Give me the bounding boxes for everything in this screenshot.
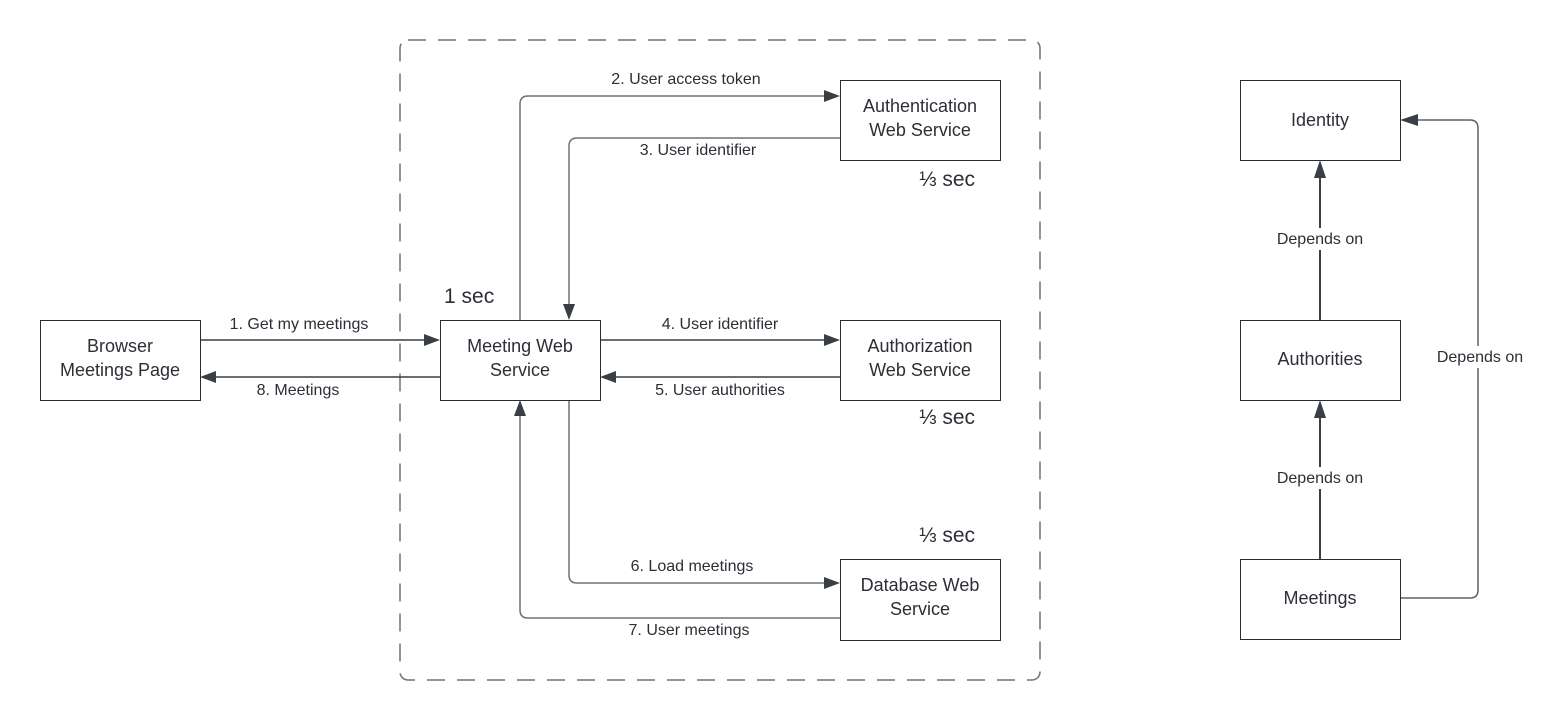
edge-label: Depends on	[1437, 349, 1523, 366]
edge-label: Depends on	[1277, 231, 1363, 248]
edge-label: 5. User authorities	[655, 382, 785, 399]
edge-user-identifier-authz	[600, 334, 840, 346]
node-label: Authentication	[863, 96, 977, 116]
arrowhead-icon	[1400, 114, 1418, 126]
arrowhead-icon	[824, 334, 840, 346]
edge-label: 7. User meetings	[629, 622, 750, 639]
node-label: Authorities	[1277, 349, 1362, 369]
arrowhead-icon	[200, 371, 216, 383]
edge-label: 1. Get my meetings	[230, 316, 369, 333]
edge-user-identifier-authn	[563, 137, 840, 320]
edge-user-meetings	[514, 400, 840, 619]
edge-label: Depends on	[1277, 470, 1363, 487]
node-authentication-web-service[interactable]: Authentication Web Service	[840, 80, 1001, 161]
arrowhead-icon	[424, 334, 440, 346]
node-label: Service	[490, 360, 550, 380]
node-label: Meetings	[1283, 588, 1356, 608]
timing-label-meeting: 1 sec	[444, 285, 494, 308]
node-authorities[interactable]: Authorities	[1240, 320, 1401, 401]
node-label: Authorization	[867, 336, 972, 356]
node-label: Browser	[87, 336, 153, 356]
node-authorization-web-service[interactable]: Authorization Web Service	[840, 320, 1001, 401]
edge-label: 8. Meetings	[257, 382, 340, 399]
node-label: Service	[890, 599, 950, 619]
node-database-web-service[interactable]: Database Web Service	[840, 559, 1001, 641]
node-label: Database Web	[861, 575, 980, 595]
arrowhead-icon	[563, 304, 575, 320]
node-label: Web Service	[869, 360, 971, 380]
arrowhead-icon	[1314, 400, 1326, 418]
diagram-canvas: 1. Get my meetings 2. User access token …	[40, 39, 1532, 681]
edge-label: 2. User access token	[611, 71, 760, 88]
arrowhead-icon	[824, 577, 840, 589]
node-identity[interactable]: Identity	[1240, 80, 1401, 161]
node-label: Identity	[1291, 110, 1349, 130]
node-label: Meetings Page	[60, 360, 180, 380]
node-meetings[interactable]: Meetings	[1240, 559, 1401, 640]
node-meeting-web-service[interactable]: Meeting Web Service	[440, 320, 601, 401]
arrowhead-icon	[824, 90, 840, 102]
arrowhead-icon	[600, 371, 616, 383]
edge-label: 3. User identifier	[640, 142, 757, 159]
edge-get-my-meetings	[200, 334, 440, 346]
timing-label-authz: ⅓ sec	[919, 406, 975, 429]
edge-user-access-token	[519, 90, 840, 320]
edge-label: 4. User identifier	[662, 316, 779, 333]
arrowhead-icon	[1314, 160, 1326, 178]
edge-label: 6. Load meetings	[631, 558, 754, 575]
timing-label-authn: ⅓ sec	[919, 168, 975, 191]
node-label: Web Service	[869, 120, 971, 140]
node-browser-meetings-page[interactable]: Browser Meetings Page	[40, 320, 201, 401]
node-label: Meeting Web	[467, 336, 573, 356]
arrowhead-icon	[514, 400, 526, 416]
timing-label-database: ⅓ sec	[919, 524, 975, 547]
